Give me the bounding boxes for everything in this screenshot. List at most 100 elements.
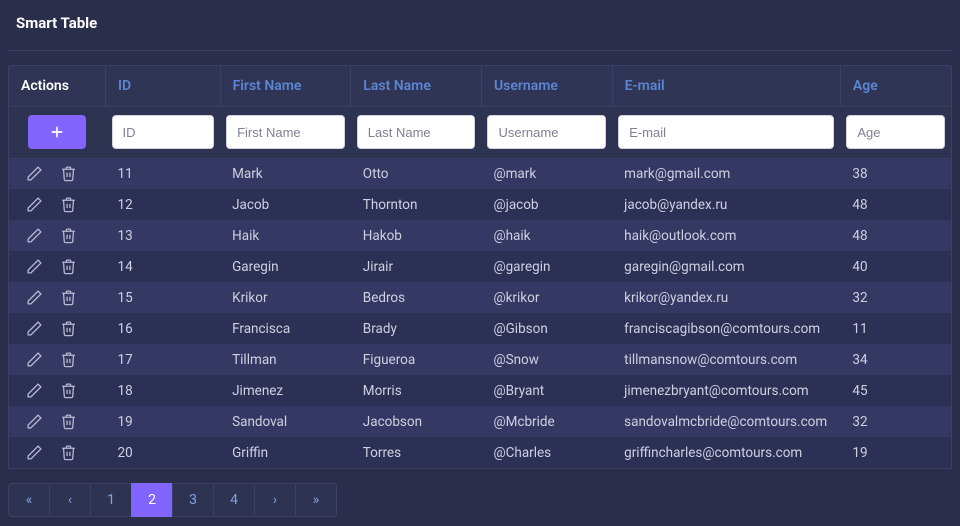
cell-age: 32: [840, 282, 951, 313]
filter-first-name[interactable]: [226, 115, 345, 149]
cell-id: 15: [106, 282, 221, 313]
table-container: Actions ID First Name Last Name Username…: [8, 65, 952, 469]
delete-button[interactable]: [59, 196, 77, 214]
header-row: Actions ID First Name Last Name Username…: [9, 66, 951, 106]
cell-first-name: Mark: [220, 158, 351, 189]
cell-id: 13: [106, 220, 221, 251]
page-next[interactable]: ›: [254, 483, 296, 517]
cell-first-name: Krikor: [220, 282, 351, 313]
trash-icon: [60, 320, 77, 337]
cell-email: krikor@yandex.ru: [612, 282, 840, 313]
cell-first-name: Griffin: [220, 437, 351, 468]
delete-button[interactable]: [59, 227, 77, 245]
cell-username: @garegin: [481, 251, 612, 282]
cell-age: 48: [840, 189, 951, 220]
col-email[interactable]: E-mail: [612, 66, 840, 106]
cell-username: @Mcbride: [481, 406, 612, 437]
pencil-icon: [26, 351, 43, 368]
trash-icon: [60, 382, 77, 399]
cell-age: 34: [840, 344, 951, 375]
cell-email: griffincharles@comtours.com: [612, 437, 840, 468]
cell-id: 20: [106, 437, 221, 468]
cell-age: 38: [840, 158, 951, 189]
trash-icon: [60, 258, 77, 275]
filter-id[interactable]: [112, 115, 215, 149]
cell-username: @Snow: [481, 344, 612, 375]
col-first-name[interactable]: First Name: [220, 66, 351, 106]
edit-button[interactable]: [25, 351, 43, 369]
cell-username: @jacob: [481, 189, 612, 220]
delete-button[interactable]: [59, 165, 77, 183]
edit-button[interactable]: [25, 289, 43, 307]
edit-button[interactable]: [25, 444, 43, 462]
edit-button[interactable]: [25, 382, 43, 400]
plus-icon: [49, 124, 65, 140]
cell-last-name: Jacobson: [351, 406, 482, 437]
cell-last-name: Otto: [351, 158, 482, 189]
cell-last-name: Torres: [351, 437, 482, 468]
col-age[interactable]: Age: [840, 66, 951, 106]
col-id[interactable]: ID: [106, 66, 221, 106]
table-row: 13HaikHakob@haikhaik@outlook.com48: [9, 220, 951, 251]
page-4[interactable]: 4: [213, 483, 255, 517]
pagination: «‹1234›»: [8, 483, 952, 517]
cell-age: 45: [840, 375, 951, 406]
edit-button[interactable]: [25, 413, 43, 431]
delete-button[interactable]: [59, 382, 77, 400]
cell-age: 19: [840, 437, 951, 468]
table-row: 15KrikorBedros@krikorkrikor@yandex.ru32: [9, 282, 951, 313]
edit-button[interactable]: [25, 258, 43, 276]
cell-username: @krikor: [481, 282, 612, 313]
cell-first-name: Jacob: [220, 189, 351, 220]
delete-button[interactable]: [59, 258, 77, 276]
cell-email: franciscagibson@comtours.com: [612, 313, 840, 344]
page-2[interactable]: 2: [131, 483, 173, 517]
delete-button[interactable]: [59, 444, 77, 462]
pencil-icon: [26, 320, 43, 337]
filter-username[interactable]: [487, 115, 606, 149]
col-username[interactable]: Username: [481, 66, 612, 106]
col-actions: Actions: [9, 66, 106, 106]
filter-email[interactable]: [618, 115, 834, 149]
edit-button[interactable]: [25, 165, 43, 183]
page-3[interactable]: 3: [172, 483, 214, 517]
data-table: Actions ID First Name Last Name Username…: [9, 66, 951, 468]
pencil-icon: [26, 413, 43, 430]
table-row: 12JacobThornton@jacobjacob@yandex.ru48: [9, 189, 951, 220]
col-last-name[interactable]: Last Name: [351, 66, 482, 106]
filter-row: [9, 106, 951, 158]
delete-button[interactable]: [59, 351, 77, 369]
edit-button[interactable]: [25, 227, 43, 245]
table-row: 16FranciscaBrady@Gibsonfranciscagibson@c…: [9, 313, 951, 344]
pencil-icon: [26, 444, 43, 461]
trash-icon: [60, 196, 77, 213]
smart-table-card: Smart Table Actions ID First Name Last N…: [8, 0, 952, 517]
page-prev[interactable]: ‹: [49, 483, 91, 517]
cell-id: 11: [106, 158, 221, 189]
cell-last-name: Bedros: [351, 282, 482, 313]
cell-email: sandovalmcbride@comtours.com: [612, 406, 840, 437]
edit-button[interactable]: [25, 320, 43, 338]
cell-username: @haik: [481, 220, 612, 251]
cell-id: 14: [106, 251, 221, 282]
add-button[interactable]: [28, 115, 86, 149]
page-last[interactable]: »: [295, 483, 337, 517]
delete-button[interactable]: [59, 320, 77, 338]
cell-age: 11: [840, 313, 951, 344]
delete-button[interactable]: [59, 413, 77, 431]
cell-last-name: Thornton: [351, 189, 482, 220]
filter-last-name[interactable]: [357, 115, 476, 149]
table-row: 20GriffinTorres@Charlesgriffincharles@co…: [9, 437, 951, 468]
cell-email: tillmansnow@comtours.com: [612, 344, 840, 375]
table-row: 17TillmanFigueroa@Snowtillmansnow@comtou…: [9, 344, 951, 375]
cell-email: haik@outlook.com: [612, 220, 840, 251]
edit-button[interactable]: [25, 196, 43, 214]
page-first[interactable]: «: [8, 483, 50, 517]
pencil-icon: [26, 165, 43, 182]
cell-last-name: Brady: [351, 313, 482, 344]
page-1[interactable]: 1: [90, 483, 132, 517]
filter-age[interactable]: [846, 115, 945, 149]
cell-username: @Bryant: [481, 375, 612, 406]
delete-button[interactable]: [59, 289, 77, 307]
cell-username: @mark: [481, 158, 612, 189]
